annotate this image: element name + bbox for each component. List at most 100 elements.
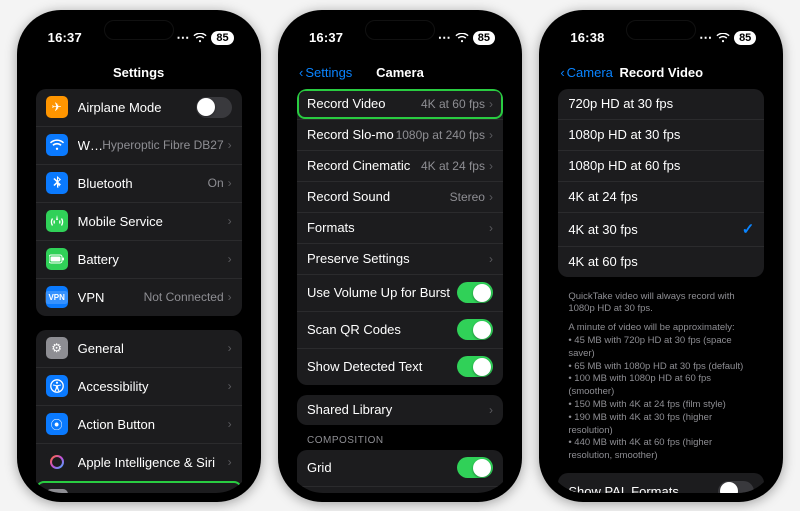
wifi-icon (716, 33, 730, 43)
checkmark-icon: ✓ (742, 220, 755, 238)
row-record-video[interactable]: Record Video4K at 60 fps› (297, 89, 503, 119)
size-bullet: 100 MB with 1080p HD at 60 fps (smoother… (568, 373, 754, 399)
row-general[interactable]: ⚙︎General› (36, 330, 242, 367)
chevron-left-icon: ‹ (299, 65, 303, 80)
chevron-right-icon: › (228, 379, 232, 393)
mobile-label: Mobile Service (78, 214, 228, 229)
wifi-icon (455, 33, 469, 43)
back-button[interactable]: ‹ Settings (299, 65, 352, 80)
row-vpn[interactable]: VPNVPNNot Connected› (36, 278, 242, 316)
row-airplane[interactable]: ✈︎Airplane Mode (36, 89, 242, 126)
status-time: 16:37 (309, 30, 343, 45)
row-record-slomo[interactable]: Record Slo-mo1080p at 240 fps› (297, 119, 503, 150)
wifi-value: Hyperoptic Fibre DB27 (102, 138, 223, 152)
chevron-right-icon: › (228, 138, 232, 152)
toggle-grid[interactable] (457, 457, 493, 478)
chevron-right-icon: › (228, 455, 232, 469)
size-bullet: 440 MB with 4K at 60 fps (higher resolut… (568, 437, 754, 463)
row-wifi[interactable]: Wi-FiHyperoptic Fibre DB27 › (36, 126, 242, 164)
option-row[interactable]: 1080p HD at 30 fps (558, 119, 764, 150)
size-bullet: 150 MB with 4K at 24 fps (film style) (568, 399, 754, 412)
back-button[interactable]: ‹ Camera (560, 65, 613, 80)
toggle-volume-burst[interactable] (457, 282, 493, 303)
general-icon: ⚙︎ (46, 337, 68, 359)
battery-pill: 85 (734, 31, 756, 45)
section-header-composition: COMPOSITION (287, 435, 513, 450)
record-video-value: 4K at 60 fps (421, 97, 485, 111)
size-bullet: 45 MB with 720p HD at 30 fps (space save… (568, 335, 754, 361)
page-title: Camera (376, 65, 424, 80)
size-bullet: 190 MB with 4K at 30 fps (higher resolut… (568, 412, 754, 438)
toggle-detected-text[interactable] (457, 356, 493, 377)
toggle-airplane[interactable] (196, 97, 232, 118)
quicktake-note: QuickTake video will always record with … (568, 291, 754, 317)
scan-qr-label: Scan QR Codes (307, 322, 457, 337)
group-connectivity: ✈︎Airplane ModeWi-FiHyperoptic Fibre DB2… (36, 89, 242, 316)
group-shared: Shared Library› (297, 395, 503, 425)
option-row[interactable]: 1080p HD at 60 fps (558, 150, 764, 181)
chevron-right-icon: › (489, 252, 493, 266)
bluetooth-label: Bluetooth (78, 176, 208, 191)
formats-label: Formats (307, 220, 489, 235)
record-slomo-label: Record Slo-mo (307, 127, 396, 142)
action-button-icon: ⦿ (46, 413, 68, 435)
chevron-right-icon: › (228, 417, 232, 431)
row-mobile[interactable]: Mobile Service› (36, 202, 242, 240)
dynamic-island (626, 20, 696, 40)
group-general: ⚙︎General›Accessibility›⦿Action Button›A… (36, 330, 242, 493)
back-label: Camera (567, 65, 613, 80)
vpn-value: Not Connected (144, 290, 224, 304)
row-accessibility[interactable]: Accessibility› (36, 367, 242, 405)
chevron-right-icon: › (228, 341, 232, 355)
preserve-settings-label: Preserve Settings (307, 251, 489, 266)
detected-text-label: Show Detected Text (307, 359, 457, 374)
chevron-right-icon: › (228, 290, 232, 304)
option-row[interactable]: 4K at 30 fps✓ (558, 212, 764, 246)
action-button-label: Action Button (78, 417, 228, 432)
option-row[interactable]: 720p HD at 30 fps (558, 89, 764, 119)
volume-burst-label: Use Volume Up for Burst (307, 285, 457, 300)
nav-bar: Settings (26, 57, 252, 89)
dynamic-island (104, 20, 174, 40)
chevron-right-icon: › (228, 214, 232, 228)
row-detected-text[interactable]: Show Detected Text (297, 348, 503, 385)
wifi-icon (46, 134, 68, 156)
option-label: 1080p HD at 60 fps (568, 158, 754, 173)
row-grid[interactable]: Grid (297, 450, 503, 486)
phone-record-video: 16:38 ⋯ 85 ‹ Camera Record Video 720p HD… (539, 10, 783, 502)
toggle-pal[interactable] (718, 481, 754, 493)
row-level[interactable]: Level (297, 486, 503, 493)
record-slomo-value: 1080p at 240 fps (396, 128, 485, 142)
apple-intelligence-icon (46, 451, 68, 473)
row-action-button[interactable]: ⦿ Action Button› (36, 405, 242, 443)
row-apple-intelligence[interactable]: Apple Intelligence & Siri› (36, 443, 242, 481)
group-composition: GridLevelMirror Front CameraView Outside… (297, 450, 503, 493)
row-bluetooth[interactable]: BluetoothOn› (36, 164, 242, 202)
row-volume-burst[interactable]: Use Volume Up for Burst (297, 274, 503, 311)
row-record-sound[interactable]: Record SoundStereo› (297, 181, 503, 212)
option-label: 4K at 60 fps (568, 254, 754, 269)
group-pal: Show PAL Formats (558, 473, 764, 492)
toggle-scan-qr[interactable] (457, 319, 493, 340)
row-record-cinematic[interactable]: Record Cinematic4K at 24 fps› (297, 150, 503, 181)
wifi-label: Wi-Fi (78, 138, 103, 153)
row-preserve-settings[interactable]: Preserve Settings› (297, 243, 503, 274)
page-title: Settings (113, 65, 164, 80)
record-sound-value: Stereo (450, 190, 485, 204)
row-battery[interactable]: Battery› (36, 240, 242, 278)
pal-label: Show PAL Formats (568, 484, 718, 493)
row-scan-qr[interactable]: Scan QR Codes (297, 311, 503, 348)
row-formats[interactable]: Formats› (297, 212, 503, 243)
chevron-right-icon: › (489, 97, 493, 111)
row-camera[interactable]: Camera› (36, 481, 242, 493)
option-row[interactable]: 4K at 24 fps (558, 181, 764, 212)
option-row[interactable]: 4K at 60 fps (558, 246, 764, 277)
footnote-sizes: QuickTake video will always record with … (548, 287, 774, 474)
minute-note: A minute of video will be approximately: (568, 322, 754, 335)
chevron-right-icon: › (489, 403, 493, 417)
row-shared-library[interactable]: Shared Library› (297, 395, 503, 425)
group-record: Record Video4K at 60 fps›Record Slo-mo10… (297, 89, 503, 385)
row-show-pal[interactable]: Show PAL Formats (558, 473, 764, 492)
dots-icon: ⋯ (176, 30, 189, 46)
record-cinematic-value: 4K at 24 fps (421, 159, 485, 173)
